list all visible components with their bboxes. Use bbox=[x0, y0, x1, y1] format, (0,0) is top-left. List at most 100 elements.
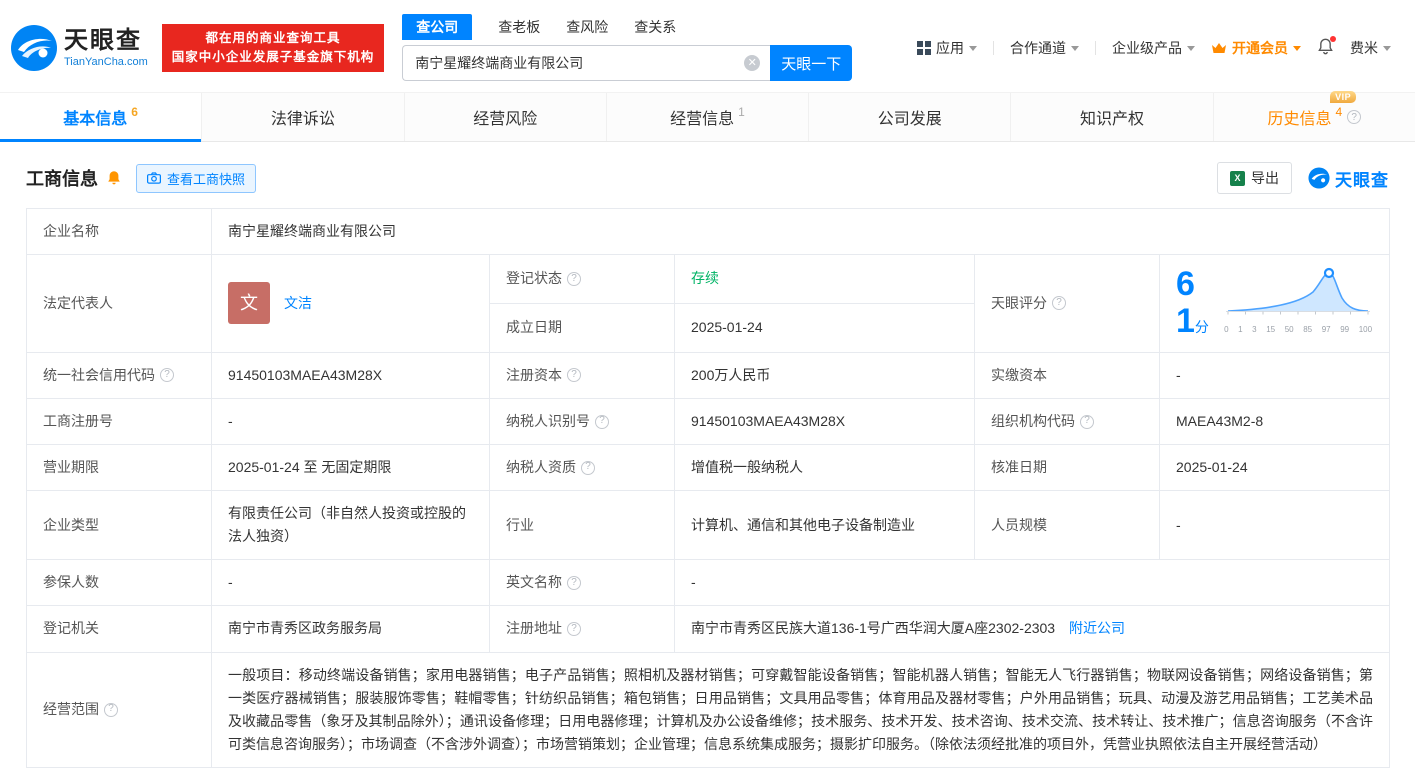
promo-line1: 都在用的商业查询工具 bbox=[172, 29, 375, 48]
company-type-value: 有限责任公司（非自然人投资或控股的法人独资） bbox=[212, 491, 490, 560]
search-input[interactable] bbox=[402, 45, 770, 81]
company-name-value: 南宁星耀终端商业有限公司 bbox=[212, 209, 1390, 255]
nav-item-partner[interactable]: 合作通道 bbox=[1010, 38, 1079, 58]
scope-label: 经营范围 bbox=[43, 698, 99, 721]
tianyancha-logo[interactable]: 天眼查 TianYanCha.com bbox=[10, 24, 148, 72]
help-icon[interactable] bbox=[1347, 110, 1361, 124]
org-code-label-cell: 组织机构代码 bbox=[975, 398, 1160, 444]
insured-label: 参保人数 bbox=[27, 560, 212, 606]
est-date-value: 2025-01-24 bbox=[675, 303, 975, 352]
staff-size-label: 人员规模 bbox=[975, 491, 1160, 560]
nav-item-apps[interactable]: 应用 bbox=[917, 38, 977, 58]
authority-label: 登记机关 bbox=[27, 606, 212, 652]
help-icon[interactable] bbox=[567, 622, 581, 636]
tab-company-development-label: 公司发展 bbox=[878, 105, 942, 129]
scope-value: 一般项目：移动终端设备销售；家用电器销售；电子产品销售；照相机及器材销售；可穿戴… bbox=[212, 652, 1390, 767]
snapshot-button-label: 查看工商快照 bbox=[167, 169, 245, 188]
taxpayer-id-label-cell: 纳税人识别号 bbox=[490, 398, 675, 444]
tab-operation-info-label: 经营信息 bbox=[670, 105, 734, 129]
search-tab-boss[interactable]: 查老板 bbox=[498, 17, 540, 37]
notification-dot bbox=[1330, 36, 1336, 42]
score-curve-chart: 01 315 5085 9799 100 bbox=[1223, 266, 1373, 336]
nav-apps-label: 应用 bbox=[936, 38, 964, 58]
section-actions: 导出 天眼查 bbox=[1217, 162, 1389, 194]
legal-rep-cell: 文 文洁 bbox=[212, 255, 490, 353]
export-button-label: 导出 bbox=[1251, 168, 1279, 188]
reg-capital-label: 注册资本 bbox=[506, 364, 562, 387]
tab-basic-info-count: 6 bbox=[131, 105, 138, 119]
tab-company-development[interactable]: 公司发展 bbox=[809, 93, 1011, 141]
chevron-down-icon bbox=[1293, 46, 1301, 51]
en-name-value: - bbox=[675, 560, 1390, 606]
industry-label: 行业 bbox=[490, 491, 675, 560]
tab-operation-risk-label: 经营风险 bbox=[473, 105, 537, 129]
legal-rep-link[interactable]: 文洁 bbox=[284, 292, 312, 315]
watermark-brand: 天眼查 bbox=[1308, 166, 1389, 191]
score-axis-labels: 01 315 5085 9799 100 bbox=[1223, 323, 1373, 336]
help-icon[interactable] bbox=[1080, 415, 1094, 429]
tab-intellectual-property[interactable]: 知识产权 bbox=[1011, 93, 1213, 141]
taxpayer-quality-value: 增值税一般纳税人 bbox=[675, 445, 975, 491]
help-icon[interactable] bbox=[1052, 296, 1066, 310]
legal-rep-label: 法定代表人 bbox=[27, 255, 212, 353]
search-tab-company[interactable]: 查公司 bbox=[402, 14, 472, 40]
legal-rep-avatar[interactable]: 文 bbox=[228, 282, 270, 324]
search-row: ✕ 天眼一下 bbox=[402, 45, 852, 81]
reg-status-label-cell: 登记状态 bbox=[490, 255, 675, 304]
en-name-label-cell: 英文名称 bbox=[490, 560, 675, 606]
reg-no-label: 工商注册号 bbox=[27, 398, 212, 444]
credit-code-label: 统一社会信用代码 bbox=[43, 364, 155, 387]
address-value: 南宁市青秀区民族大道136-1号广西华润大厦A座2302-2303 bbox=[691, 620, 1055, 636]
clear-search-icon[interactable]: ✕ bbox=[744, 55, 760, 71]
help-icon[interactable] bbox=[567, 272, 581, 286]
nav-item-enterprise[interactable]: 企业级产品 bbox=[1112, 38, 1195, 58]
company-tabs: 基本信息 6 法律诉讼 经营风险 经营信息 1 公司发展 知识产权 历史信息 4… bbox=[0, 92, 1415, 142]
company-name-label: 企业名称 bbox=[27, 209, 212, 255]
help-icon[interactable] bbox=[581, 461, 595, 475]
help-icon[interactable] bbox=[104, 703, 118, 717]
tab-basic-info-label: 基本信息 bbox=[63, 105, 127, 129]
company-type-label: 企业类型 bbox=[27, 491, 212, 560]
tianyancha-logo-icon bbox=[10, 24, 58, 72]
term-value: 2025-01-24 至 无固定期限 bbox=[212, 445, 490, 491]
vip-badge: VIP bbox=[1330, 91, 1356, 103]
reg-status-label: 登记状态 bbox=[506, 267, 562, 290]
score-number: 61分 bbox=[1176, 266, 1213, 341]
est-date-label: 成立日期 bbox=[490, 303, 675, 352]
search-tab-risk[interactable]: 查风险 bbox=[566, 17, 608, 37]
search-tab-relation[interactable]: 查关系 bbox=[634, 17, 676, 37]
table-row: 营业期限 2025-01-24 至 无固定期限 纳税人资质 增值税一般纳税人 核… bbox=[27, 445, 1390, 491]
tab-operation-info[interactable]: 经营信息 1 bbox=[607, 93, 809, 141]
logo-domain: TianYanCha.com bbox=[64, 56, 148, 68]
nav-enterprise-label: 企业级产品 bbox=[1112, 38, 1182, 58]
help-icon[interactable] bbox=[567, 368, 581, 382]
tab-legal[interactable]: 法律诉讼 bbox=[202, 93, 404, 141]
nearby-companies-link[interactable]: 附近公司 bbox=[1069, 620, 1125, 636]
reg-no-value: - bbox=[212, 398, 490, 444]
logo-name: 天眼查 bbox=[64, 28, 148, 54]
nav-item-vip[interactable]: 开通会员 bbox=[1211, 38, 1301, 58]
score-unit: 分 bbox=[1195, 319, 1209, 335]
address-label: 注册地址 bbox=[506, 617, 562, 640]
score-marker-dot bbox=[1325, 269, 1333, 277]
nav-item-user[interactable]: 费米 bbox=[1350, 38, 1391, 58]
chevron-down-icon bbox=[1187, 46, 1195, 51]
divider bbox=[993, 41, 994, 55]
reg-capital-label-cell: 注册资本 bbox=[490, 352, 675, 398]
search-button[interactable]: 天眼一下 bbox=[770, 45, 852, 81]
taxpayer-quality-label-cell: 纳税人资质 bbox=[490, 445, 675, 491]
nav-vip-label: 开通会员 bbox=[1232, 38, 1288, 58]
crown-icon bbox=[1211, 42, 1227, 55]
help-icon[interactable] bbox=[567, 576, 581, 590]
snapshot-button[interactable]: 查看工商快照 bbox=[136, 164, 256, 193]
tab-history-info[interactable]: 历史信息 4 VIP bbox=[1214, 93, 1415, 141]
export-button[interactable]: 导出 bbox=[1217, 162, 1292, 194]
excel-icon bbox=[1230, 171, 1245, 186]
help-icon[interactable] bbox=[160, 368, 174, 382]
tab-basic-info[interactable]: 基本信息 6 bbox=[0, 93, 202, 141]
help-icon[interactable] bbox=[595, 415, 609, 429]
chevron-down-icon bbox=[1071, 46, 1079, 51]
tab-operation-risk[interactable]: 经营风险 bbox=[405, 93, 607, 141]
subscribe-bell-icon[interactable] bbox=[106, 170, 122, 186]
notification-bell[interactable] bbox=[1317, 38, 1334, 58]
